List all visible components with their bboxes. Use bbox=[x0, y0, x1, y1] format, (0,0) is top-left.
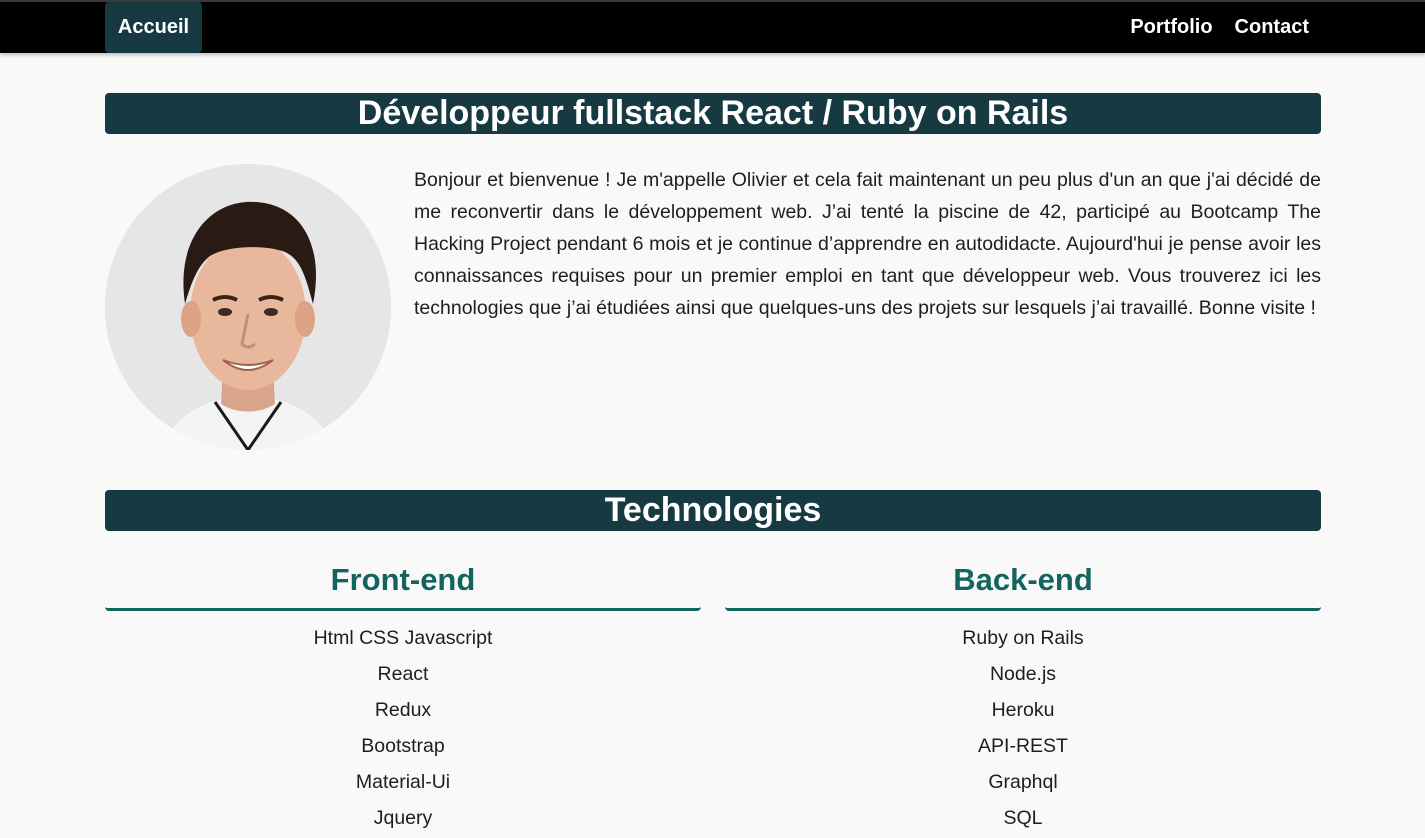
list-item: Bootstrap bbox=[361, 735, 445, 757]
list-item: Jquery bbox=[373, 807, 433, 829]
front-end-column: Front-end Html CSS Javascript React Redu… bbox=[105, 560, 701, 838]
list-item: Ruby on Rails bbox=[962, 627, 1084, 649]
list-item: SQL bbox=[1003, 807, 1043, 829]
nav-portfolio-link[interactable]: Portfolio bbox=[1119, 16, 1223, 39]
profile-photo bbox=[105, 164, 391, 450]
list-item: Node.js bbox=[989, 663, 1057, 685]
intro-title: Développeur fullstack React / Ruby on Ra… bbox=[105, 93, 1321, 134]
list-item: Redux bbox=[374, 699, 432, 721]
front-end-list: Html CSS Javascript React Redux Bootstra… bbox=[105, 622, 701, 838]
front-end-title: Front-end bbox=[105, 560, 701, 611]
technologies-title: Technologies bbox=[105, 490, 1321, 531]
nav-contact-link[interactable]: Contact bbox=[1224, 16, 1320, 39]
list-item: Heroku bbox=[991, 699, 1055, 721]
back-end-column: Back-end Ruby on Rails Node.js Heroku AP… bbox=[725, 560, 1321, 838]
nav-home-link[interactable]: Accueil bbox=[105, 2, 202, 53]
navbar: Accueil Portfolio Contact bbox=[0, 0, 1425, 53]
list-item: Graphql bbox=[988, 771, 1058, 793]
list-item: React bbox=[377, 663, 429, 685]
nav-links: Portfolio Contact bbox=[1119, 2, 1320, 53]
list-item: Html CSS Javascript bbox=[313, 627, 493, 649]
back-end-title: Back-end bbox=[725, 560, 1321, 611]
list-item: API-REST bbox=[978, 735, 1068, 757]
list-item: Material-Ui bbox=[355, 771, 451, 793]
intro-paragraph: Bonjour et bienvenue ! Je m'appelle Oliv… bbox=[414, 169, 1321, 319]
back-end-list: Ruby on Rails Node.js Heroku API-REST Gr… bbox=[725, 622, 1321, 838]
